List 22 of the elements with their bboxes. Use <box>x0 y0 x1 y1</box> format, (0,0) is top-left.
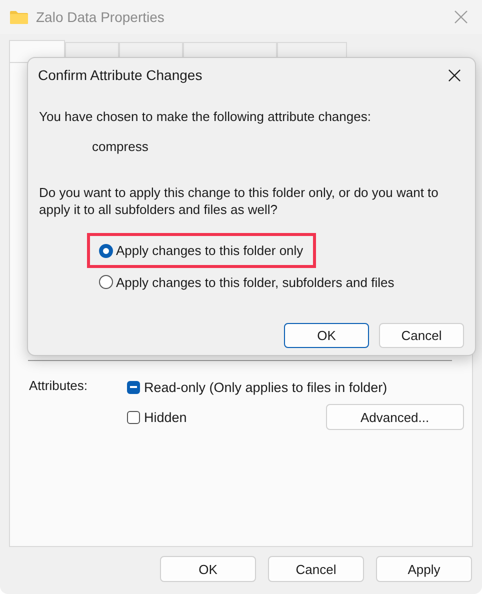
radio-label: Apply changes to this folder, subfolders and files <box>116 274 394 290</box>
question-text: Do you want to apply this change to this folder only, or do you want to apply it to all subfolders and files as well? <box>39 184 440 218</box>
close-icon[interactable] <box>448 68 461 82</box>
dialog-button[interactable]: Cancel <box>379 323 464 348</box>
checkbox[interactable] <box>127 380 140 394</box>
dialog-button[interactable]: Cancel <box>268 556 364 582</box>
window-title: Zalo Data Properties <box>36 9 164 25</box>
dialog-title: Confirm Attribute Changes <box>38 67 202 83</box>
radio-label: Apply changes to this folder only <box>116 243 304 258</box>
checkbox-label: Hidden <box>144 410 187 424</box>
intro-text: You have chosen to make the following attribute changes: <box>39 109 372 124</box>
radio-button[interactable] <box>99 244 113 258</box>
checkbox-label: Read-only (Only applies to files in folder) <box>144 380 388 394</box>
attributes-label: Attributes: <box>29 377 89 395</box>
dialog-button[interactable]: Apply <box>376 556 472 582</box>
radio-button[interactable] <box>99 275 113 289</box>
advanced-button[interactable]: Advanced... <box>326 404 464 430</box>
dialog-button[interactable]: OK <box>284 323 369 348</box>
folder-icon <box>10 10 28 24</box>
checkbox[interactable] <box>127 410 140 424</box>
change-text: compress <box>92 139 150 154</box>
dialog-button[interactable]: OK <box>160 556 256 582</box>
